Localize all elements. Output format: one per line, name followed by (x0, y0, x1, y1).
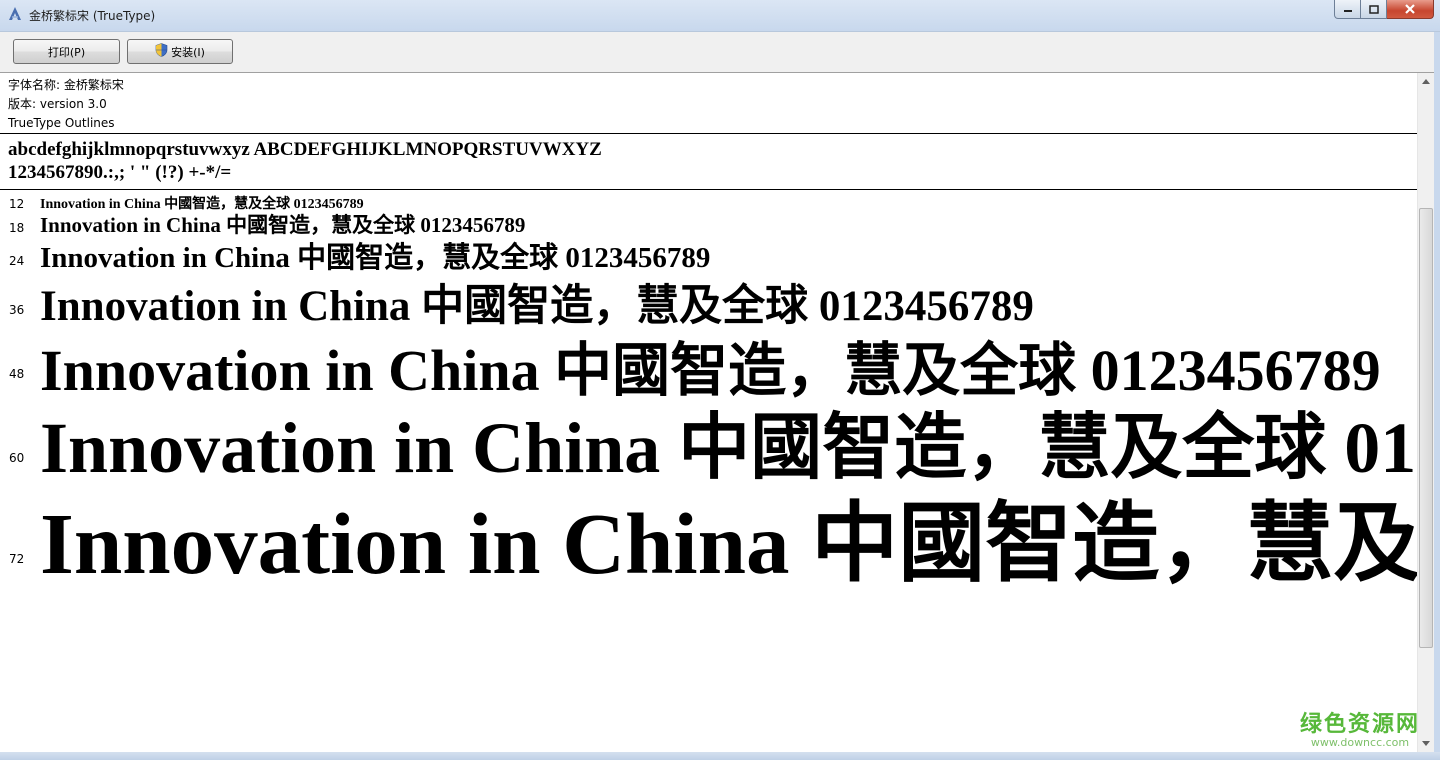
charset-letters: abcdefghijklmnopqrstuvwxyz ABCDEFGHIJKLM… (8, 139, 602, 160)
window-frame-right (1434, 32, 1440, 760)
watermark: 绿色资源网 www.downcc.com (1300, 706, 1420, 749)
uac-shield-icon (155, 43, 168, 60)
install-button[interactable]: 安装(I) (127, 39, 233, 64)
sample-size-label: 72 (9, 552, 25, 566)
window-title: 金桥繁标宋 (TrueType) (29, 9, 156, 23)
chevron-up-icon (1422, 79, 1430, 84)
sample-size-label: 24 (9, 254, 25, 268)
sample-size-label: 12 (9, 197, 25, 211)
sample-size-label: 36 (9, 303, 25, 317)
scroll-up-button[interactable] (1418, 73, 1434, 90)
sample-text: Innovation in China 中國智造，慧及全球 0123456789 (40, 242, 711, 274)
title-bar[interactable]: 金桥繁标宋 (TrueType) (0, 0, 1440, 32)
close-icon (1405, 4, 1415, 14)
charset-digits: 1234567890.:,; ' " (!?) +-*/= (8, 162, 232, 183)
font-viewer-icon (7, 6, 23, 22)
minimize-button[interactable] (1334, 0, 1361, 19)
sample-size-label: 48 (9, 367, 25, 381)
sample-size-label: 60 (9, 451, 25, 465)
window-frame-bottom (0, 752, 1440, 760)
sample-size-label: 18 (9, 221, 25, 235)
close-button[interactable] (1387, 0, 1434, 19)
install-button-label: 安装(I) (171, 45, 205, 59)
print-button[interactable]: 打印(P) (13, 39, 120, 64)
maximize-button[interactable] (1361, 0, 1387, 19)
font-preview-area: 字体名称: 金桥繁标宋 版本: version 3.0 TrueType Out… (0, 73, 1417, 752)
minimize-icon (1343, 10, 1352, 12)
scrollbar-thumb[interactable] (1419, 208, 1433, 648)
print-button-label: 打印(P) (47, 45, 86, 59)
font-outline-line: TrueType Outlines (8, 116, 115, 130)
window-controls (1334, 0, 1434, 20)
font-info: 字体名称: 金桥繁标宋 版本: version 3.0 TrueType Out… (8, 76, 124, 133)
watermark-brand: 绿色资源网 (1300, 712, 1421, 737)
maximize-icon (1368, 4, 1379, 14)
divider (0, 133, 1417, 134)
scroll-down-button[interactable] (1418, 735, 1434, 752)
divider (0, 189, 1417, 190)
chevron-down-icon (1422, 741, 1430, 746)
sample-text: Innovation in China 中國智造，慧及全球 0123456789 (40, 495, 1417, 592)
watermark-url: www.downcc.com (1310, 736, 1410, 749)
font-version-line: 版本: version 3.0 (8, 97, 107, 111)
font-name-line: 字体名称: 金桥繁标宋 (8, 78, 124, 92)
toolbar: 打印(P) 安装(I) (0, 32, 1440, 73)
vertical-scrollbar[interactable] (1417, 73, 1434, 752)
